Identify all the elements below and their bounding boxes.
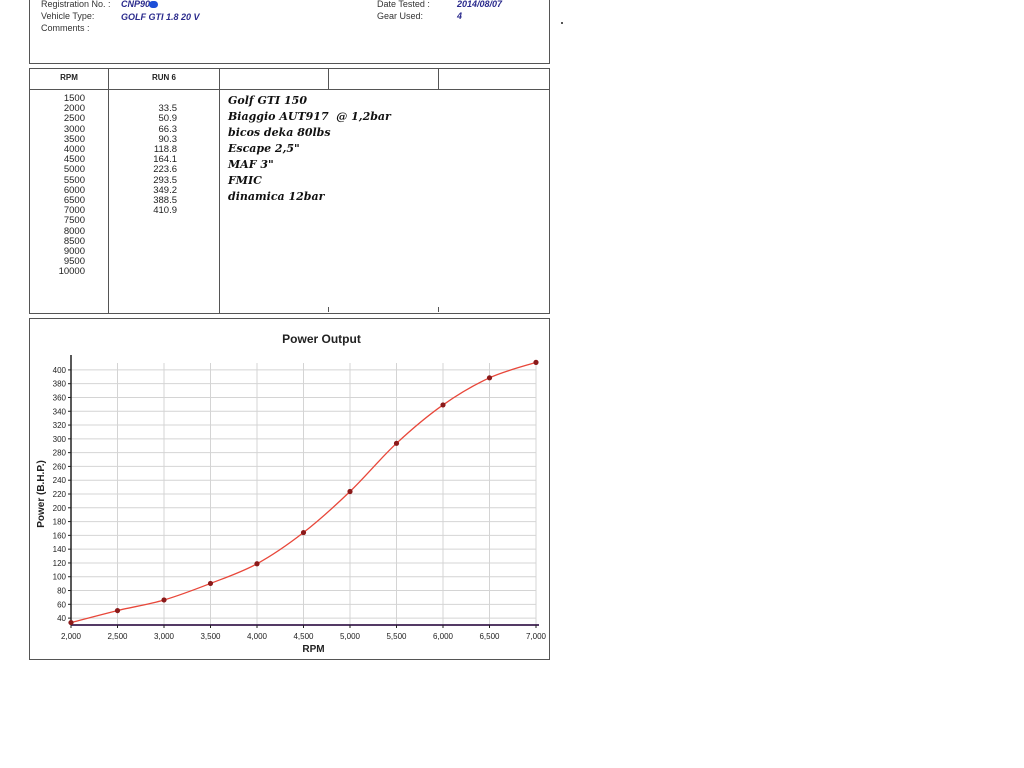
y-tick-label: 120 xyxy=(53,559,67,568)
data-point xyxy=(207,580,214,587)
gear-used-label: Gear Used: xyxy=(377,11,424,21)
tuning-notes: Golf GTI 150 Biaggio AUT917 @ 1,2bar bicos… xyxy=(228,93,391,205)
y-tick-label: 60 xyxy=(57,600,66,609)
note-line: MAF 3" xyxy=(228,158,274,171)
y-tick-label: 160 xyxy=(53,531,67,540)
x-tick-label: 4,500 xyxy=(293,632,314,641)
y-tick-label: 240 xyxy=(53,476,67,485)
y-tick-label: 80 xyxy=(57,587,66,596)
table-col-tick xyxy=(438,307,439,312)
results-table: RPM RUN 6 1500 2000 2500 3000 3500 4000 4500 50… xyxy=(29,68,550,314)
x-tick-label: 5,500 xyxy=(386,632,407,641)
date-tested-value: 2014/08/07 xyxy=(457,0,503,9)
note-line: Escape 2,5" xyxy=(228,142,300,155)
run-column-header: RUN 6 xyxy=(151,73,176,82)
rpm-column-values: 1500 2000 2500 3000 3500 4000 4500 5000 5500 6000… xyxy=(30,93,85,278)
y-tick-label: 380 xyxy=(53,380,67,389)
note-line: FMIC xyxy=(228,174,262,187)
redaction-mark xyxy=(149,1,159,9)
y-axis-title: Power (B.H.P.) xyxy=(36,460,47,528)
x-axis-title: RPM xyxy=(302,644,324,655)
y-tick-label: 140 xyxy=(53,545,67,554)
stray-dot xyxy=(561,22,563,24)
data-point xyxy=(161,597,167,603)
data-point xyxy=(533,359,539,365)
power-output-chart: Power Output 40 60 80 100 120 140 160 180 200 220 2… xyxy=(29,318,550,660)
y-tick-label: 40 xyxy=(57,614,66,623)
y-tick-label: 220 xyxy=(53,490,67,499)
table-col-divider xyxy=(328,69,329,89)
y-tick-label: 100 xyxy=(53,573,67,582)
registration-value: CNP90 xyxy=(121,0,159,9)
data-point xyxy=(486,375,493,381)
registration-label: Registration No. : xyxy=(41,0,111,9)
y-tick-label: 400 xyxy=(53,366,67,375)
y-tick-label: 360 xyxy=(53,393,67,402)
vehicle-type-value: GOLF GTI 1.8 20 V xyxy=(121,12,200,22)
chart-svg: Power Output 40 60 80 100 120 140 160 180 200 220 2… xyxy=(36,332,547,655)
run-cell: 410.9 xyxy=(153,205,177,217)
y-tick-label: 280 xyxy=(53,449,67,458)
run-column-values: 33.5 50.9 66.3 90.3 118.8 164.1 223.6 293.5 349.… xyxy=(109,94,177,216)
x-tick-label: 3,000 xyxy=(154,632,175,641)
table-col-divider xyxy=(438,69,439,89)
x-tick-label: 5,000 xyxy=(340,632,361,641)
x-tick-label: 6,000 xyxy=(433,632,454,641)
data-point xyxy=(68,619,74,626)
data-point xyxy=(347,488,353,495)
data-point xyxy=(254,561,260,567)
x-tick-label: 7,000 xyxy=(526,632,547,641)
data-point xyxy=(393,440,400,446)
comments-label: Comments : xyxy=(41,23,90,33)
table-col-divider xyxy=(219,69,220,313)
y-tick-label: 260 xyxy=(53,462,67,471)
x-tick-label: 6,500 xyxy=(479,632,500,641)
date-tested-label: Date Tested : xyxy=(377,0,430,9)
x-tick-label: 2,500 xyxy=(107,632,128,641)
note-line: Biaggio AUT917 @ 1,2bar xyxy=(228,110,391,123)
table-col-tick xyxy=(328,307,329,312)
y-tick-label: 300 xyxy=(53,435,67,444)
note-line: dinamica 12bar xyxy=(228,190,325,203)
x-tick-label: 4,000 xyxy=(247,632,268,641)
data-point xyxy=(114,607,121,614)
gear-used-value: 4 xyxy=(457,11,463,21)
data-point xyxy=(440,402,446,408)
chart-title: Power Output xyxy=(282,332,361,346)
y-tick-label: 340 xyxy=(53,407,67,416)
x-tick-label: 3,500 xyxy=(200,632,221,641)
note-line: Golf GTI 150 xyxy=(228,94,307,107)
vehicle-info-box: Registration No. : CNP90 Vehicle Type: G… xyxy=(29,0,550,64)
y-tick-label: 200 xyxy=(53,504,67,513)
note-line: bicos deka 80lbs xyxy=(228,126,331,139)
vehicle-type-label: Vehicle Type: xyxy=(41,11,95,21)
y-tick-label: 320 xyxy=(53,421,67,430)
rpm-column-header: RPM xyxy=(60,73,78,82)
data-point xyxy=(300,529,307,536)
rpm-cell: 10000 xyxy=(58,266,85,278)
y-tick-label: 180 xyxy=(53,518,67,527)
x-tick-label: 2,000 xyxy=(61,632,82,641)
